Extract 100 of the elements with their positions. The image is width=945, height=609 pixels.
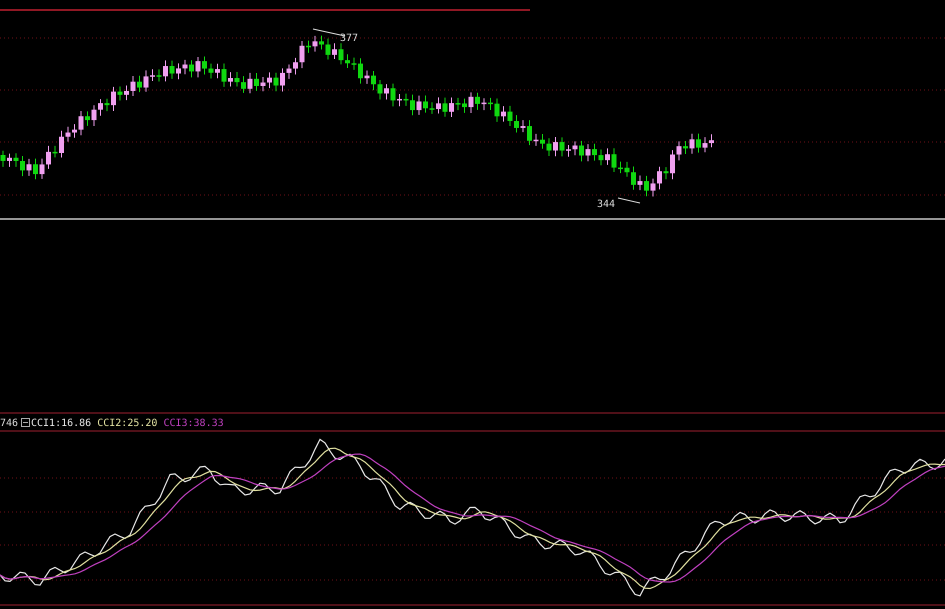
candlestick	[33, 158, 38, 180]
candlestick	[92, 104, 96, 127]
candlestick	[14, 152, 18, 168]
candlestick	[378, 80, 382, 100]
candlestick	[215, 63, 220, 79]
candlestick	[182, 59, 188, 75]
candlestick	[241, 76, 246, 94]
candlestick	[248, 72, 252, 94]
candlestick	[449, 97, 454, 118]
candlestick	[657, 166, 662, 190]
candlestick	[560, 136, 564, 157]
candlestick	[468, 92, 474, 114]
candlestick	[104, 98, 110, 112]
candlestick	[488, 97, 493, 110]
candlestick	[312, 35, 318, 52]
candlestick	[345, 54, 350, 68]
candlestick	[293, 57, 298, 76]
candlestick	[520, 120, 526, 133]
candlestick	[436, 96, 441, 114]
candlestick	[566, 144, 571, 158]
candlestick	[163, 60, 168, 82]
candlestick	[598, 148, 604, 166]
candlestick	[410, 94, 415, 116]
candlestick	[274, 72, 278, 92]
candlestick	[150, 68, 155, 82]
candlestick	[676, 140, 682, 161]
candlestick	[579, 140, 584, 162]
candlestick	[234, 72, 240, 88]
leader-line	[618, 198, 640, 204]
candlestick	[696, 133, 701, 154]
candlestick	[286, 64, 292, 80]
candlestick	[540, 134, 545, 150]
candlestick	[508, 105, 512, 126]
candlestick	[683, 140, 688, 154]
candlestick	[670, 150, 675, 180]
candlestick	[364, 70, 370, 84]
candlestick	[189, 60, 194, 78]
candlestick	[59, 130, 64, 158]
collapse-icon	[21, 418, 30, 427]
candlestick	[358, 58, 363, 84]
candlestick	[72, 124, 77, 138]
candlestick	[176, 62, 181, 80]
candlestick	[650, 178, 656, 197]
candlestick	[690, 133, 694, 154]
candlestick	[586, 144, 590, 162]
candlestick	[332, 42, 337, 60]
candlestick	[52, 145, 58, 158]
candlestick	[98, 98, 103, 116]
candlestick	[702, 136, 708, 153]
candlestick	[338, 42, 344, 65]
candlestick	[553, 136, 558, 157]
candlestick	[78, 110, 84, 136]
candlestick	[462, 98, 467, 114]
candlestick	[254, 72, 259, 92]
indicator-value: 746	[0, 418, 18, 429]
candlestick	[371, 70, 376, 91]
candlestick	[390, 83, 396, 107]
candlestick	[326, 38, 330, 60]
candlestick	[170, 60, 174, 80]
candlestick	[20, 156, 25, 177]
legend-label: CCI3:38.33	[163, 418, 224, 429]
candlestick	[352, 57, 356, 70]
candlestick	[612, 148, 616, 172]
candlestick	[46, 145, 51, 170]
candlestick	[222, 62, 226, 88]
candlestick	[156, 68, 162, 82]
candlestick	[456, 97, 460, 111]
candlestick	[514, 114, 519, 134]
candlestick	[228, 72, 233, 87]
candlestick	[40, 158, 44, 180]
candlestick	[384, 84, 389, 100]
candlestick	[631, 166, 636, 190]
legend-label: CCI2:25.20	[97, 418, 158, 429]
legend-label: CCI1:16.86	[31, 418, 92, 429]
candlestick	[644, 175, 649, 197]
candlestick	[592, 143, 597, 162]
candlestick	[196, 56, 200, 78]
candlestick	[267, 72, 272, 89]
candlestick	[306, 40, 311, 54]
candlestick	[130, 75, 136, 96]
candlestick	[618, 161, 623, 174]
candlestick	[430, 102, 434, 114]
candlestick	[300, 40, 304, 69]
candlestick	[624, 161, 630, 178]
candlestick	[534, 133, 538, 146]
candlestick	[124, 85, 129, 101]
high-price-label: 377	[340, 33, 358, 44]
candlestick	[0, 150, 6, 168]
candlestick	[482, 98, 486, 111]
candlestick	[423, 95, 428, 114]
candlestick	[709, 134, 714, 148]
candlestick	[605, 148, 610, 166]
candlestick	[527, 120, 532, 146]
candlestick	[638, 175, 642, 191]
candlestick	[111, 86, 116, 112]
candlestick	[26, 158, 32, 176]
candlestick	[319, 35, 324, 50]
candlestick	[475, 92, 480, 110]
candlestick	[85, 110, 90, 126]
candlestick	[280, 68, 285, 92]
